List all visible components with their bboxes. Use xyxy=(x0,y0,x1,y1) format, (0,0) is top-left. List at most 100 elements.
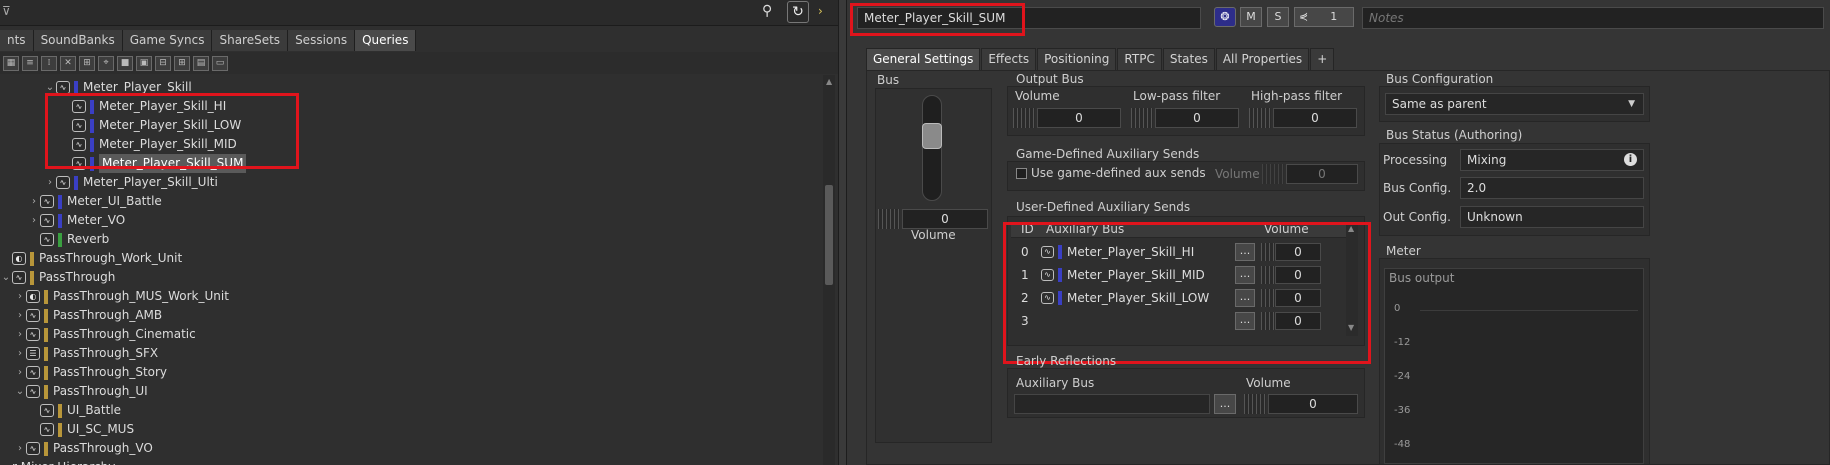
color-tag xyxy=(44,441,48,456)
meter-tick-label: -12 xyxy=(1394,337,1411,348)
bus-config-select[interactable]: Same as parent ▼ xyxy=(1385,93,1644,115)
references-button[interactable]: ⋞ 1 xyxy=(1294,7,1354,27)
tab-states[interactable]: States xyxy=(1162,48,1215,70)
chevron-down-icon[interactable]: ⌄ xyxy=(14,382,26,401)
volume-fader-knob[interactable] xyxy=(922,123,942,149)
tab-nts[interactable]: nts xyxy=(0,30,34,51)
chevron-right-icon[interactable]: › xyxy=(28,211,40,230)
output-volume-value[interactable]: 0 xyxy=(1037,108,1121,128)
tab-positioning[interactable]: Positioning xyxy=(1037,48,1117,70)
out-config-label: Out Config. xyxy=(1383,210,1451,224)
toolbar-icon[interactable]: ≡ xyxy=(22,55,38,71)
chevron-right-icon[interactable]: › xyxy=(28,192,40,211)
tree-item[interactable]: › ∿ PassThrough_Story xyxy=(14,363,167,382)
toolbar-icon[interactable]: ■ xyxy=(117,55,133,71)
explorer-tabs: nts SoundBanks Game Syncs ShareSets Sessions… xyxy=(0,30,417,51)
tree-item[interactable]: ⌄ ∿ PassThrough_UI xyxy=(14,382,148,401)
toolbar-icon[interactable]: ⁞ xyxy=(41,55,57,71)
tree-item-label: PassThrough_SFX xyxy=(53,346,159,360)
color-tag xyxy=(44,308,48,323)
tab-general-settings[interactable]: General Settings xyxy=(866,48,981,70)
tree-item[interactable]: r Mixer Hierarchy xyxy=(0,458,115,465)
toolbar-icon[interactable]: ▭ xyxy=(212,55,228,71)
tab-sessions[interactable]: Sessions xyxy=(288,30,356,51)
lowpass-value[interactable]: 0 xyxy=(1155,108,1239,128)
tab-effects[interactable]: Effects xyxy=(981,48,1037,70)
chevron-right-icon[interactable]: › xyxy=(14,287,26,306)
bus-group-title: Bus xyxy=(877,73,900,87)
tab-soundbanks[interactable]: SoundBanks xyxy=(33,30,123,51)
tree-item[interactable]: ∿ UI_Battle xyxy=(28,401,121,420)
tree-item[interactable]: ⌄ ∿ PassThrough xyxy=(0,268,115,287)
bus-config-value: Same as parent xyxy=(1392,97,1487,111)
game-defined-checkbox[interactable] xyxy=(1016,168,1027,179)
color-tag xyxy=(74,175,78,190)
chevron-right-icon[interactable]: › xyxy=(14,325,26,344)
info-icon[interactable]: i xyxy=(1624,153,1637,166)
color-palette-icon[interactable]: ❂ xyxy=(1214,7,1236,27)
chevron-right-icon[interactable]: › xyxy=(14,363,26,382)
audio-bus-icon: ∿ xyxy=(26,309,40,322)
chevron-right-icon[interactable]: › xyxy=(14,439,26,458)
scroll-thumb[interactable] xyxy=(825,185,833,285)
tree-item[interactable]: › ◐ PassThrough_MUS_Work_Unit xyxy=(14,287,229,306)
sync-icon[interactable]: ↻ xyxy=(787,1,809,23)
tab-rtpc[interactable]: RTPC xyxy=(1117,48,1162,70)
tree-item[interactable]: › ∿ Meter_Player_Skill_Ulti xyxy=(44,173,218,192)
tree-item[interactable]: › ∿ Meter_UI_Battle xyxy=(28,192,162,211)
filter-icon[interactable]: ⊽ xyxy=(2,4,11,18)
tree-item[interactable]: › ∿ PassThrough_AMB xyxy=(14,306,162,325)
tree-item[interactable]: › ∿ PassThrough_Cinematic xyxy=(14,325,196,344)
color-tag xyxy=(58,232,62,247)
scroll-up-icon[interactable]: ▲ xyxy=(826,77,832,86)
arrow-right-icon[interactable]: › xyxy=(818,4,823,18)
tab-add[interactable]: + xyxy=(1310,48,1335,70)
solo-button[interactable]: S xyxy=(1267,7,1289,27)
pane-splitter[interactable] xyxy=(838,0,847,465)
tree-item-label: Meter_VO xyxy=(67,213,126,227)
er-aux-bus-field[interactable] xyxy=(1014,394,1210,414)
chevron-down-icon[interactable]: ⌄ xyxy=(0,268,12,287)
er-volume-label: Volume xyxy=(1246,376,1291,390)
er-volume-ticks xyxy=(1244,394,1266,414)
er-volume-value[interactable]: 0 xyxy=(1268,394,1358,414)
game-defined-volume-value: 0 xyxy=(1286,164,1358,184)
tree-item[interactable]: › ∿ PassThrough_VO xyxy=(14,439,153,458)
tree-item-label: PassThrough_AMB xyxy=(53,308,163,322)
tab-game-syncs[interactable]: Game Syncs xyxy=(122,30,213,51)
chevron-right-icon[interactable]: › xyxy=(44,173,56,192)
tree-item-label: Meter_UI_Battle xyxy=(67,194,162,208)
notes-field[interactable]: Notes xyxy=(1362,7,1824,29)
tree-scrollbar[interactable]: ▲ xyxy=(823,75,835,465)
toolbar-icon[interactable]: ✕ xyxy=(60,55,76,71)
er-aux-bus-label: Auxiliary Bus xyxy=(1016,376,1095,390)
tree-item-label: PassThrough xyxy=(39,270,116,284)
chevron-right-icon[interactable]: › xyxy=(14,344,26,363)
tab-sharesets[interactable]: ShareSets xyxy=(212,30,289,51)
highpass-value[interactable]: 0 xyxy=(1273,108,1357,128)
meter-subtitle: Bus output xyxy=(1389,271,1455,285)
tree-item[interactable]: ∿ Reverb xyxy=(28,230,109,249)
mute-button[interactable]: M xyxy=(1240,7,1262,27)
highlight-box xyxy=(850,3,1025,36)
bus-volume-value[interactable]: 0 xyxy=(902,209,988,229)
highlight-box xyxy=(45,93,299,169)
tab-queries[interactable]: Queries xyxy=(355,30,417,51)
chevron-right-icon[interactable]: › xyxy=(14,306,26,325)
toolbar-icon[interactable]: ⌖ xyxy=(98,55,114,71)
search-icon[interactable]: ⚲ xyxy=(762,3,772,19)
er-browse-button[interactable]: ... xyxy=(1214,394,1236,414)
toolbar-icon[interactable]: ▣ xyxy=(136,55,152,71)
toolbar-icon[interactable]: ⊞ xyxy=(174,55,190,71)
toolbar-icon[interactable]: ▦ xyxy=(3,55,19,71)
toolbar-icon[interactable]: ▤ xyxy=(193,55,209,71)
tree-item[interactable]: › ∿ Meter_VO xyxy=(28,211,125,230)
toolbar-icon[interactable]: ⊞ xyxy=(79,55,95,71)
tab-all-properties[interactable]: All Properties xyxy=(1215,48,1310,70)
tree-item[interactable]: › ☰ PassThrough_SFX xyxy=(14,344,158,363)
tree-item[interactable]: ◐ PassThrough_Work_Unit xyxy=(0,249,182,268)
tree-item[interactable]: ∿ UI_SC_MUS xyxy=(28,420,134,439)
game-defined-title: Game-Defined Auxiliary Sends xyxy=(1016,147,1200,161)
toolbar-icon[interactable]: ⊟ xyxy=(155,55,171,71)
meter-tick-label: -24 xyxy=(1394,371,1411,382)
